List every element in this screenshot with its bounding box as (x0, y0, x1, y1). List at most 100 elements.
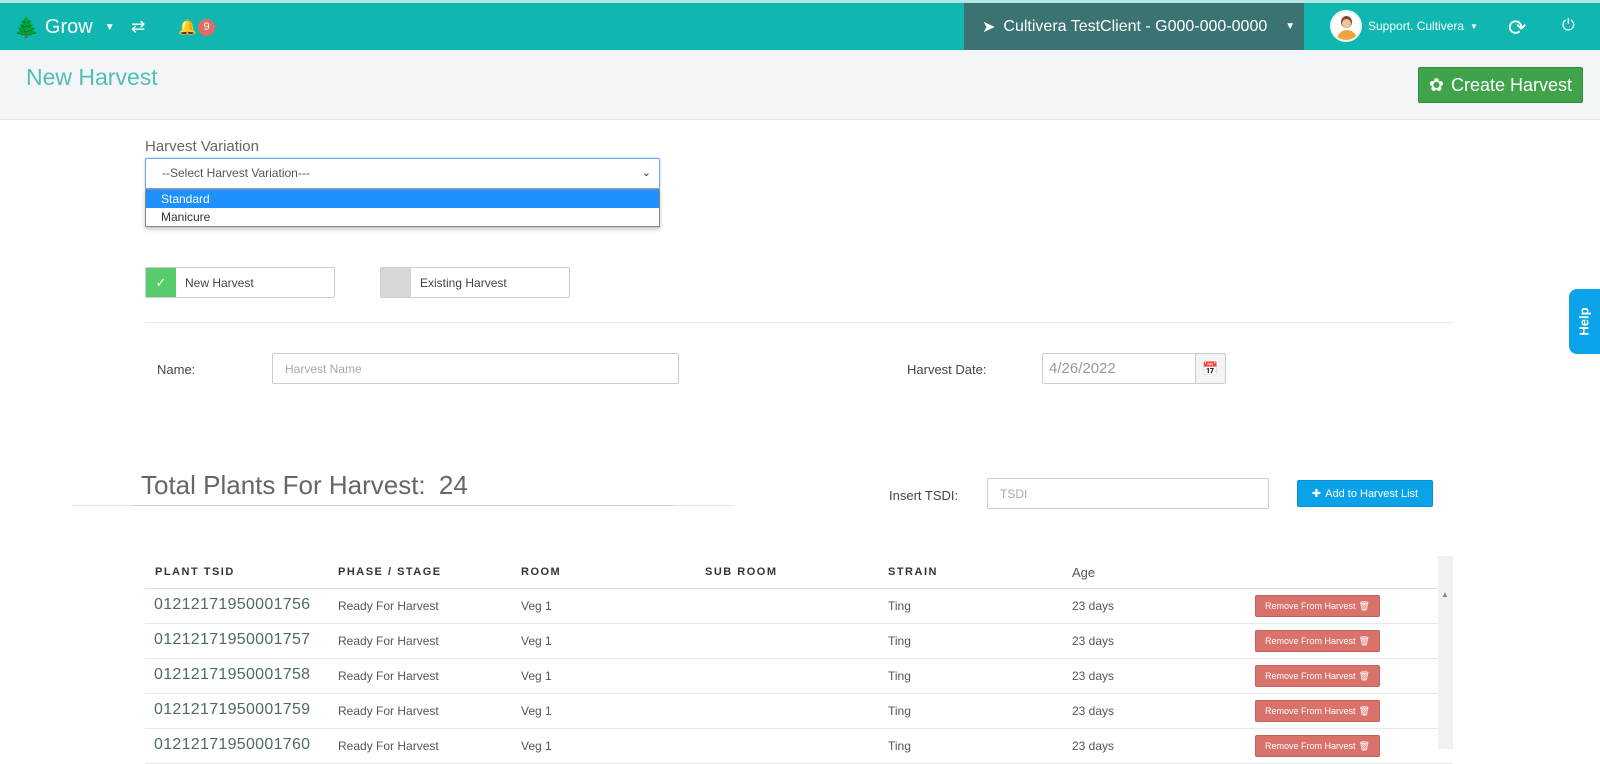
plants-table: PLANT TSID PHASE / STAGE ROOM SUB ROOM S… (145, 556, 1453, 764)
bell-icon[interactable]: 🔔 (178, 18, 197, 36)
col-sub-room[interactable]: SUB ROOM (705, 566, 778, 578)
col-age[interactable]: Age (1072, 565, 1095, 580)
table-row: 01212171950001758 Ready For Harvest Veg … (145, 659, 1453, 694)
col-plant-tsid[interactable]: PLANT TSID (155, 566, 235, 578)
harvest-variation-dropdown: Standard Manicure (145, 189, 660, 227)
cell-strain: Ting (888, 669, 911, 683)
trash-icon: 🗑 (1358, 635, 1370, 646)
tsdi-input[interactable]: TSDI (987, 478, 1269, 509)
refresh-icon[interactable]: ⟳ (1508, 15, 1526, 41)
cell-room: Veg 1 (521, 739, 552, 753)
cell-tsid: 01212171950001758 (154, 666, 311, 683)
harvest-name-input[interactable]: Harvest Name (272, 353, 679, 384)
top-navbar: 🌲 Grow ▼ ⇄ 🔔 9 ➤ Cultivera TestClient - … (0, 0, 1600, 50)
leaf-icon: ✿ (1428, 74, 1445, 95)
harvest-variation-placeholder: --Select Harvest Variation--- (162, 166, 310, 180)
notification-badge: 9 (198, 19, 215, 36)
table-row: 01212171950001756 Ready For Harvest Veg … (145, 589, 1453, 624)
cell-strain: Ting (888, 704, 911, 718)
tree-icon: 🌲 (14, 17, 39, 39)
divider (133, 505, 673, 506)
scroll-up-icon[interactable]: ▲ (1441, 590, 1449, 599)
remove-from-harvest-label: Remove From Harvest (1265, 741, 1356, 751)
remove-from-harvest-button[interactable]: Remove From Harvest 🗑 (1255, 630, 1380, 652)
exchange-icon[interactable]: ⇄ (131, 17, 145, 37)
trash-icon: 🗑 (1358, 670, 1370, 681)
cell-age: 23 days (1072, 599, 1115, 613)
col-strain[interactable]: STRAIN (888, 566, 938, 578)
cell-phase: Ready For Harvest (338, 739, 439, 753)
table-header: PLANT TSID PHASE / STAGE ROOM SUB ROOM S… (145, 556, 1453, 589)
table-row: 01212171950001760 Ready For Harvest Veg … (145, 729, 1453, 764)
cell-age: 23 days (1072, 634, 1115, 648)
add-to-harvest-list-button[interactable]: ✚ Add to Harvest List (1297, 480, 1433, 507)
caret-down-icon: ▼ (1285, 21, 1296, 32)
dropdown-option-manicure[interactable]: Manicure (146, 208, 659, 226)
caret-down-icon: ▼ (1470, 21, 1478, 31)
remove-from-harvest-label: Remove From Harvest (1265, 706, 1356, 716)
table-row: 01212171950001757 Ready For Harvest Veg … (145, 624, 1453, 659)
unchecked-box (381, 268, 411, 297)
chevron-down-icon: ⌄ (641, 167, 651, 179)
table-row: 01212171950001759 Ready For Harvest Veg … (145, 694, 1453, 729)
remove-from-harvest-label: Remove From Harvest (1265, 601, 1356, 611)
remove-from-harvest-button[interactable]: Remove From Harvest 🗑 (1255, 665, 1380, 687)
cell-room: Veg 1 (521, 599, 552, 613)
cell-age: 23 days (1072, 739, 1115, 753)
col-phase-stage[interactable]: PHASE / STAGE (338, 566, 442, 578)
location-selector[interactable]: ➤ Cultivera TestClient - G000-000-0000 ▼ (964, 3, 1304, 50)
cell-strain: Ting (888, 634, 911, 648)
add-to-harvest-list-label: Add to Harvest List (1325, 487, 1419, 500)
cell-phase: Ready For Harvest (338, 634, 439, 648)
trash-icon: 🗑 (1358, 600, 1370, 611)
trash-icon: 🗑 (1358, 705, 1370, 716)
cell-room: Veg 1 (521, 634, 552, 648)
remove-from-harvest-label: Remove From Harvest (1265, 636, 1356, 646)
trash-icon: 🗑 (1358, 740, 1370, 751)
check-icon: ✓ (146, 268, 176, 297)
tsdi-label: Insert TSDI: (889, 488, 959, 503)
cell-room: Veg 1 (521, 669, 552, 683)
col-room[interactable]: ROOM (521, 566, 561, 578)
cell-strain: Ting (888, 599, 911, 613)
new-harvest-toggle[interactable]: ✓ New Harvest (145, 267, 335, 298)
cell-tsid: 01212171950001756 (154, 596, 311, 613)
harvest-date-value: 4/26/2022 (1049, 360, 1116, 377)
power-icon[interactable]: ⏻ (1562, 17, 1575, 35)
dropdown-option-standard[interactable]: Standard (146, 190, 659, 208)
cell-phase: Ready For Harvest (338, 669, 439, 683)
brand-label: Grow (44, 16, 93, 38)
create-harvest-button[interactable]: ✿ Create Harvest (1418, 67, 1583, 103)
harvest-date-label: Harvest Date: (907, 362, 987, 377)
cell-tsid: 01212171950001757 (154, 631, 311, 648)
brand-menu[interactable]: 🌲 Grow ▼ (14, 15, 115, 40)
name-label: Name: (157, 362, 196, 377)
cell-age: 23 days (1072, 669, 1115, 683)
divider (145, 322, 1453, 323)
location-label: Cultivera TestClient - G000-000-0000 (1003, 17, 1268, 35)
table-scrollbar[interactable] (1438, 556, 1453, 749)
total-plants: Total Plants For Harvest: 24 (141, 470, 468, 501)
page-title: New Harvest (26, 64, 158, 90)
remove-from-harvest-label: Remove From Harvest (1265, 671, 1356, 681)
total-plants-label: Total Plants For Harvest: (141, 470, 426, 500)
location-arrow-icon: ➤ (982, 18, 996, 36)
user-menu[interactable]: Support. Cultivera ▼ (1330, 10, 1478, 42)
harvest-variation-label: Harvest Variation (145, 138, 259, 155)
remove-from-harvest-button[interactable]: Remove From Harvest 🗑 (1255, 700, 1380, 722)
calendar-icon[interactable]: 📅 (1195, 354, 1225, 383)
new-harvest-toggle-label: New Harvest (185, 275, 254, 290)
remove-from-harvest-button[interactable]: Remove From Harvest 🗑 (1255, 735, 1380, 757)
harvest-date-field[interactable]: 4/26/2022 📅 (1042, 353, 1226, 384)
help-label: Help (1576, 307, 1592, 336)
avatar (1330, 10, 1362, 42)
page-header: New Harvest ✿ Create Harvest (0, 50, 1600, 120)
cell-room: Veg 1 (521, 704, 552, 718)
cell-strain: Ting (888, 739, 911, 753)
cell-tsid: 01212171950001760 (154, 736, 311, 753)
harvest-variation-select[interactable]: --Select Harvest Variation--- ⌄ (145, 158, 660, 189)
caret-down-icon: ▼ (104, 22, 115, 33)
remove-from-harvest-button[interactable]: Remove From Harvest 🗑 (1255, 595, 1380, 617)
help-tab[interactable]: Help (1569, 289, 1600, 354)
existing-harvest-toggle[interactable]: Existing Harvest (380, 267, 570, 298)
